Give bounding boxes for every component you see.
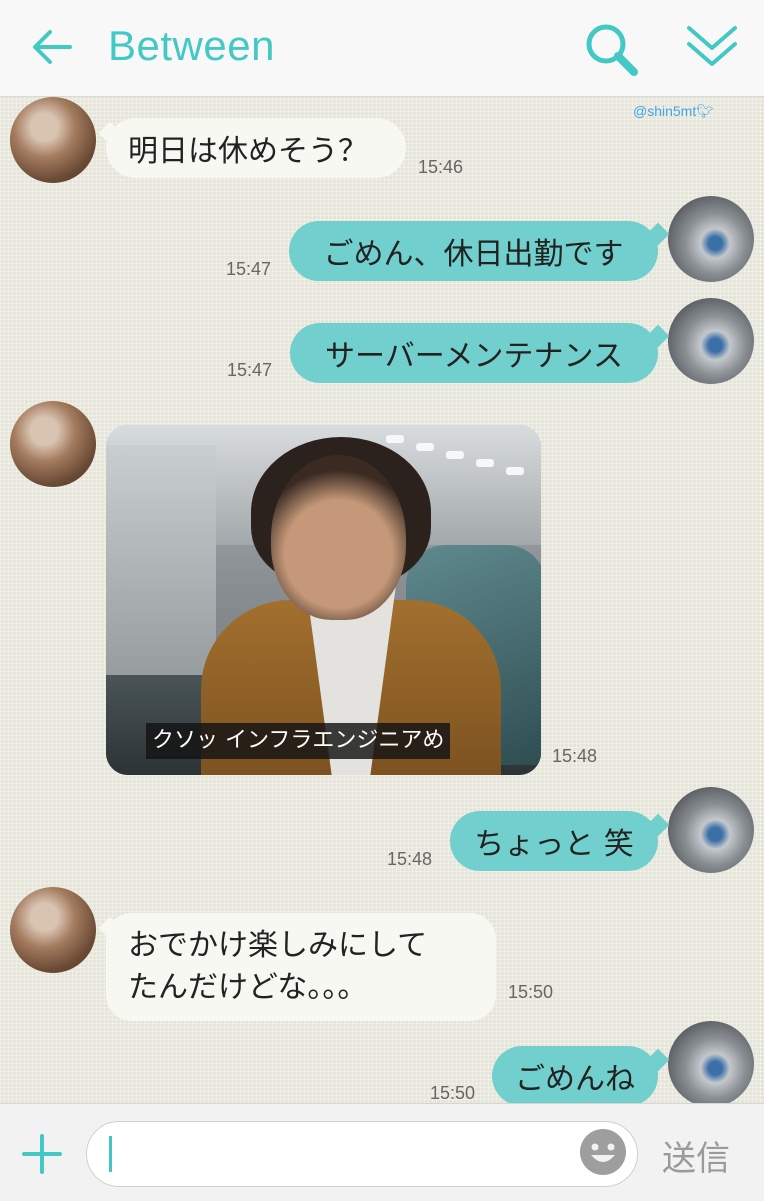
message-bubble-incoming: おでかけ楽しみにして たんだけどな。。。 bbox=[106, 913, 496, 1021]
message-text-line: たんだけどな。。。 bbox=[128, 970, 368, 1005]
partner-avatar[interactable] bbox=[10, 887, 96, 973]
message-time: 15:50 bbox=[508, 982, 554, 1002]
message-time: 15:47 bbox=[227, 360, 273, 380]
photo-face bbox=[271, 455, 406, 620]
image-caption: クソッ インフラエンジニアめ bbox=[146, 723, 451, 759]
search-icon[interactable] bbox=[582, 22, 640, 76]
plus-icon[interactable] bbox=[22, 1134, 62, 1174]
message-input-bar bbox=[0, 1103, 764, 1201]
message-text: ごめんね bbox=[515, 1062, 635, 1097]
send-button[interactable]: 送信 bbox=[662, 1131, 730, 1180]
message-time: 15:48 bbox=[552, 746, 598, 766]
message-bubble-outgoing: サーバーメンテナンス bbox=[290, 323, 658, 383]
photo-light bbox=[446, 451, 464, 459]
emoji-icon[interactable] bbox=[578, 1127, 628, 1177]
message-bubble-outgoing: ごめんね bbox=[492, 1046, 658, 1106]
message-text: ちょっと 笑 bbox=[474, 827, 634, 862]
text-caret bbox=[109, 1136, 112, 1172]
message-bubble-outgoing: ごめん、休日出勤です bbox=[289, 221, 658, 281]
message-time: 15:47 bbox=[226, 259, 272, 279]
my-avatar[interactable] bbox=[668, 1021, 754, 1107]
message-time: 15:46 bbox=[418, 157, 464, 177]
message-bubble-outgoing: ちょっと 笑 bbox=[450, 811, 658, 871]
image-message[interactable]: クソッ インフラエンジニアめ bbox=[106, 425, 541, 775]
message-input[interactable] bbox=[86, 1121, 638, 1187]
chat-title: Between bbox=[108, 22, 275, 69]
partner-avatar[interactable] bbox=[10, 401, 96, 487]
message-bubble-incoming: 明日は休めそう？ bbox=[106, 118, 406, 178]
message-text: サーバーメンテナンス bbox=[325, 339, 623, 374]
photo-light bbox=[506, 467, 524, 475]
message-text: 明日は休めそう？ bbox=[128, 134, 368, 169]
message-text: ごめん、休日出勤です bbox=[323, 237, 624, 272]
my-avatar[interactable] bbox=[668, 787, 754, 873]
photo-light bbox=[386, 435, 404, 443]
message-text-line: おでかけ楽しみにして bbox=[128, 928, 428, 963]
message-time: 15:48 bbox=[387, 849, 433, 869]
app-header: Between bbox=[0, 0, 764, 97]
message-time: 15:50 bbox=[430, 1083, 476, 1103]
chevron-down-icon[interactable] bbox=[686, 24, 738, 70]
my-avatar[interactable] bbox=[668, 196, 754, 282]
back-arrow-icon[interactable] bbox=[30, 26, 72, 68]
partner-avatar[interactable] bbox=[10, 97, 96, 183]
watermark: @shin5mt🐦︎ bbox=[633, 103, 715, 119]
photo-light bbox=[416, 443, 434, 451]
my-avatar[interactable] bbox=[668, 298, 754, 384]
photo-light bbox=[476, 459, 494, 467]
